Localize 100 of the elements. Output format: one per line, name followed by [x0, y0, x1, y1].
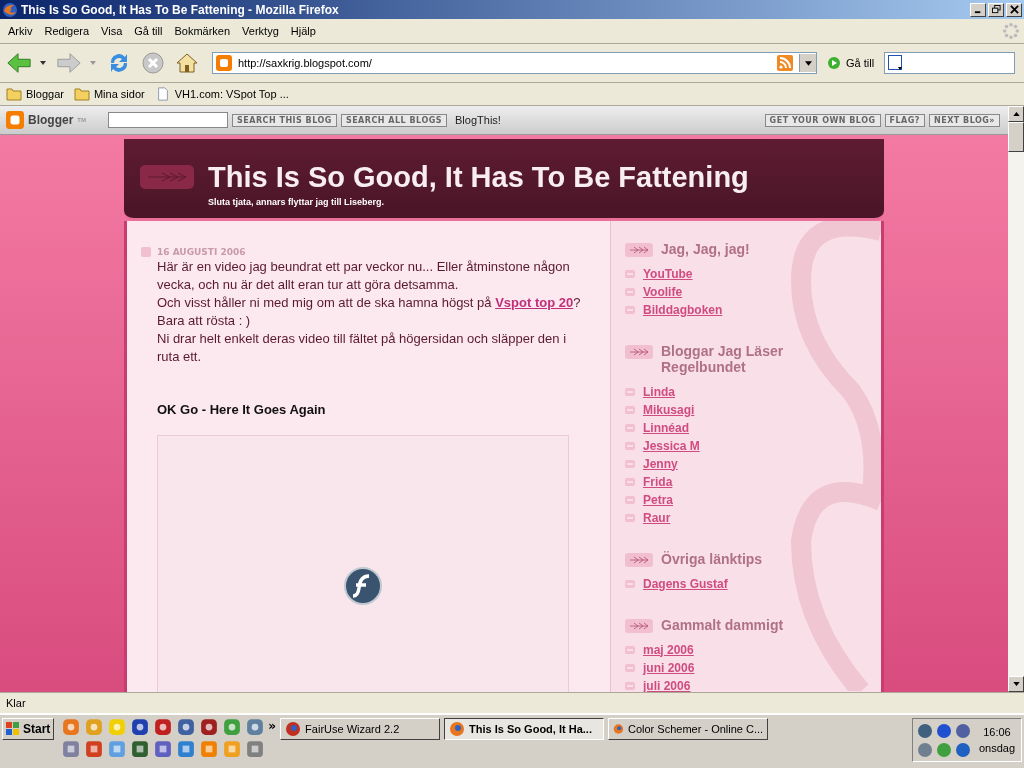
app-icon[interactable] — [62, 740, 81, 758]
tray-icon[interactable] — [935, 741, 952, 758]
menu-item[interactable]: Hjälp — [284, 25, 322, 37]
tray-icon[interactable] — [916, 722, 933, 739]
app-icon[interactable] — [200, 718, 219, 736]
app-icon[interactable] — [223, 718, 242, 736]
menu-item[interactable]: Redigera — [38, 25, 96, 37]
sidebar-link[interactable]: maj 2006 — [643, 642, 694, 657]
stop-icon[interactable] — [140, 51, 166, 75]
search-engine-icon[interactable] — [888, 55, 905, 71]
sidebar-link[interactable]: Jessica M — [643, 438, 700, 453]
blogger-button[interactable]: GET YOUR OWN BLOG — [764, 113, 881, 127]
bullet-icon — [625, 405, 635, 414]
app-icon[interactable] — [246, 740, 265, 758]
square-icon — [141, 247, 151, 257]
bookmark-item[interactable]: VH1.com: VSpot Top ... — [154, 87, 289, 101]
sidebar-link[interactable]: Bilddagboken — [643, 302, 723, 317]
app-icon[interactable] — [154, 718, 173, 736]
window-title: This Is So Good, It Has To Be Fattening - Mozilla Firefox — [21, 2, 340, 17]
app-icon[interactable] — [177, 718, 196, 736]
throbber-icon — [1002, 22, 1020, 40]
blog-search-field[interactable] — [108, 112, 228, 128]
blog-title[interactable]: This Is So Good, It Has To Be Fattening — [208, 161, 749, 193]
sidebar-heading: Jag, Jag, jag! — [661, 241, 751, 257]
scrollbar[interactable] — [1008, 106, 1024, 692]
menu-item[interactable]: Verktyg — [236, 25, 285, 37]
post-text: Och visst håller ni med mig om att de ska hamna högst på Vspot top 20? — [157, 294, 582, 312]
bullet-icon — [625, 423, 635, 432]
tray-icon[interactable] — [954, 741, 971, 758]
status-text: Klar — [6, 697, 26, 709]
dropdown-button[interactable] — [799, 54, 816, 72]
bullet-icon — [625, 513, 635, 522]
scroll-down-button[interactable] — [1008, 676, 1024, 692]
blogger-button[interactable]: FLAG? — [884, 113, 925, 127]
taskbar-button[interactable]: Color Schemer - Online C... — [608, 718, 769, 740]
post-text: Här är en video jag beundrat ett par veckor nu... Eller åtminstone någon vecka, och nu är det allt eran tur att göra detsamma. — [157, 258, 571, 294]
sidebar-link[interactable]: Mikusagi — [643, 402, 695, 417]
app-icon[interactable] — [246, 718, 265, 736]
sidebar-link[interactable]: Linda — [643, 384, 675, 399]
scroll-thumb[interactable] — [1008, 122, 1024, 152]
blogthis-link[interactable]: BlogThis! — [455, 114, 501, 126]
blogger-icon — [6, 111, 24, 129]
sidebar-link[interactable]: Raur — [643, 510, 671, 525]
back-arrow-icon[interactable] — [6, 51, 32, 75]
sidebar-link[interactable]: Voolife — [643, 284, 683, 299]
post-text: Ni drar helt enkelt deras video till fältet på högersidan och släpper den i ruta ett. — [157, 330, 568, 366]
arrow-badge-icon — [625, 243, 653, 257]
globe-icon — [613, 721, 624, 737]
caret-icon[interactable] — [40, 61, 46, 65]
arrow-badge-icon — [140, 165, 194, 189]
more-button[interactable]: » — [268, 718, 277, 733]
globe-icon — [2, 1, 18, 18]
sidebar-link[interactable]: juni 2006 — [643, 660, 695, 675]
menu-item[interactable]: Arkiv — [2, 25, 39, 37]
taskbar-button[interactable]: This Is So Good, It Ha... — [444, 718, 605, 740]
clock-day: onsdag — [978, 742, 1015, 754]
app-icon[interactable] — [154, 740, 173, 758]
tray-icon[interactable] — [954, 722, 971, 739]
app-icon[interactable] — [131, 718, 150, 736]
app-icon[interactable] — [85, 740, 104, 758]
blogger-logo[interactable]: Blogger $^{TM}$ — [6, 111, 86, 129]
address-field[interactable]: http://saxkrig.blogspot.com/ — [212, 52, 817, 74]
sidebar-link[interactable]: Dagens Gustaf — [643, 576, 728, 591]
sidebar-heading: Bloggar Jag Läser Regelbundet — [661, 343, 785, 375]
circle-logo-icon — [343, 566, 383, 606]
menu-item[interactable]: Bokmärken — [168, 25, 237, 37]
minimize-button[interactable] — [970, 2, 986, 17]
sidebar-link[interactable]: juli 2006 — [643, 678, 691, 692]
restore-button[interactable] — [988, 2, 1004, 17]
scroll-up-button[interactable] — [1008, 106, 1024, 122]
post-link[interactable]: Vspot top 20 — [495, 295, 574, 310]
taskbar-button[interactable]: FairUse Wizard 2.2 — [280, 718, 441, 740]
clock-time: 16:06 — [983, 726, 1011, 738]
sidebar-link[interactable]: Linnéad — [643, 420, 689, 435]
menu-item[interactable]: Gå till — [128, 25, 169, 37]
close-button[interactable] — [1006, 2, 1022, 17]
start-button[interactable]: Start — [2, 718, 55, 740]
sidebar-link[interactable]: YouTube — [643, 266, 693, 281]
forward-arrow-icon[interactable] — [56, 51, 82, 75]
app-icon[interactable] — [131, 740, 150, 758]
blogger-button[interactable]: NEXT BLOG» — [929, 113, 1000, 127]
close-icon — [1009, 5, 1019, 14]
sidebar-link[interactable]: Jenny — [643, 456, 678, 471]
blog-search-button[interactable]: SEARCH THIS BLOG — [232, 113, 337, 127]
menu-item[interactable]: Visa — [95, 25, 129, 37]
sidebar-link[interactable]: Petra — [643, 492, 674, 507]
go-button[interactable]: Gå till — [821, 56, 881, 70]
tray-icon[interactable] — [935, 722, 952, 739]
blog-search-button[interactable]: SEARCH ALL BLOGS — [340, 113, 448, 127]
sidebar-link[interactable]: Frida — [643, 474, 673, 489]
app-icon[interactable] — [177, 740, 196, 758]
bookmark-item[interactable]: Mina sidor — [73, 87, 145, 101]
search-field[interactable] — [884, 52, 1016, 74]
bullet-icon — [625, 441, 635, 450]
tray-icon[interactable] — [916, 741, 933, 758]
rss-icon[interactable] — [777, 55, 793, 71]
bookmark-item[interactable]: Bloggar — [6, 87, 64, 101]
home-icon[interactable] — [174, 51, 200, 75]
caret-icon — [804, 60, 812, 66]
bullet-icon — [625, 459, 635, 468]
